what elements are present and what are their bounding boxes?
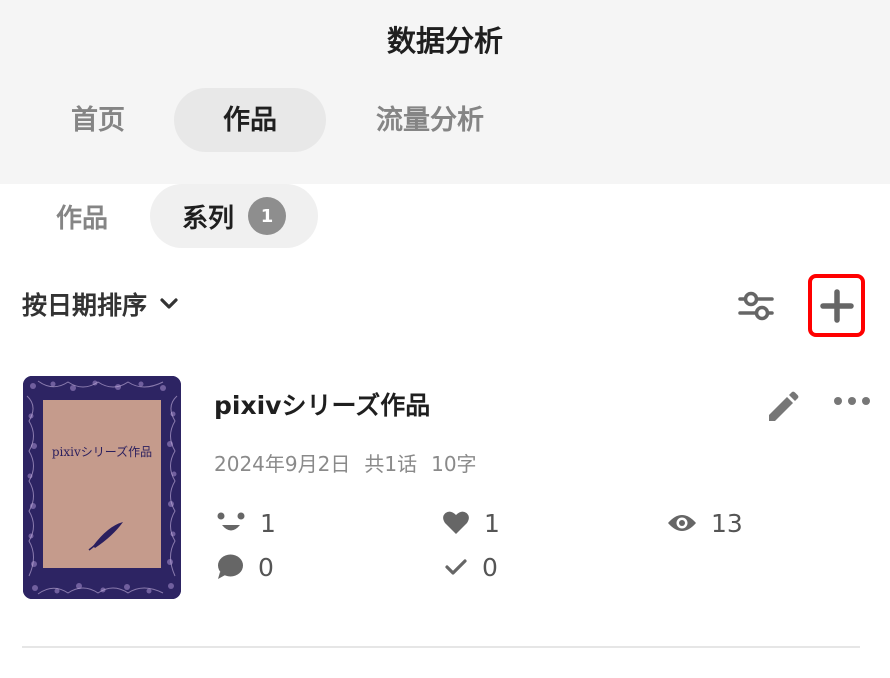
series-count-badge: 1	[248, 197, 286, 235]
cover-ornament-border	[23, 376, 181, 599]
sort-label: 按日期排序	[22, 291, 148, 320]
subtab-works[interactable]: 作品	[22, 184, 142, 248]
subtab-series[interactable]: 系列 1	[150, 184, 318, 248]
list-divider	[22, 646, 860, 648]
more-button[interactable]	[828, 386, 876, 416]
check-icon	[445, 559, 467, 575]
edit-button[interactable]	[760, 386, 804, 430]
tab-traffic-analysis[interactable]: 流量分析	[346, 88, 514, 152]
stat-views: 13	[667, 507, 743, 539]
pencil-icon	[769, 391, 799, 421]
series-episode-count: 共1话	[364, 452, 418, 476]
plus-icon	[819, 288, 854, 323]
stat-comments: 0	[216, 551, 274, 583]
filter-button[interactable]	[732, 284, 780, 328]
stat-reactions-value: 1	[260, 508, 276, 538]
add-series-button[interactable]	[808, 274, 865, 337]
stat-views-value: 13	[711, 508, 743, 538]
tab-home[interactable]: 首页	[40, 88, 156, 152]
sort-dropdown[interactable]: 按日期排序	[22, 282, 179, 326]
stat-checks-value: 0	[482, 552, 498, 582]
page-title: 数据分析	[386, 24, 503, 58]
eye-icon	[668, 515, 696, 531]
smile-reaction-icon	[217, 512, 245, 531]
series-meta: 2024年9月2日 共1话 10字	[214, 450, 491, 478]
cover-title-text: pixivシリーズ作品	[51, 445, 153, 459]
stat-likes-value: 1	[484, 508, 500, 538]
series-title[interactable]: pixivシリーズ作品	[214, 388, 430, 424]
stat-comments-value: 0	[258, 552, 274, 582]
stat-checks: 0	[444, 551, 498, 583]
series-cover[interactable]: pixivシリーズ作品	[23, 376, 181, 599]
sliders-icon	[738, 291, 774, 321]
more-horizontal-icon	[834, 397, 870, 405]
stat-reactions: 1	[216, 507, 276, 539]
series-char-count: 10字	[431, 452, 477, 476]
heart-icon	[443, 511, 469, 534]
series-date: 2024年9月2日	[214, 452, 351, 476]
app-header: 数据分析 首页 作品 流量分析	[0, 0, 890, 184]
comment-bubble-icon	[218, 554, 243, 579]
chevron-down-icon	[160, 298, 178, 309]
tab-works[interactable]: 作品	[174, 88, 326, 152]
stat-likes: 1	[442, 507, 500, 539]
subtab-series-label: 系列	[181, 203, 234, 234]
